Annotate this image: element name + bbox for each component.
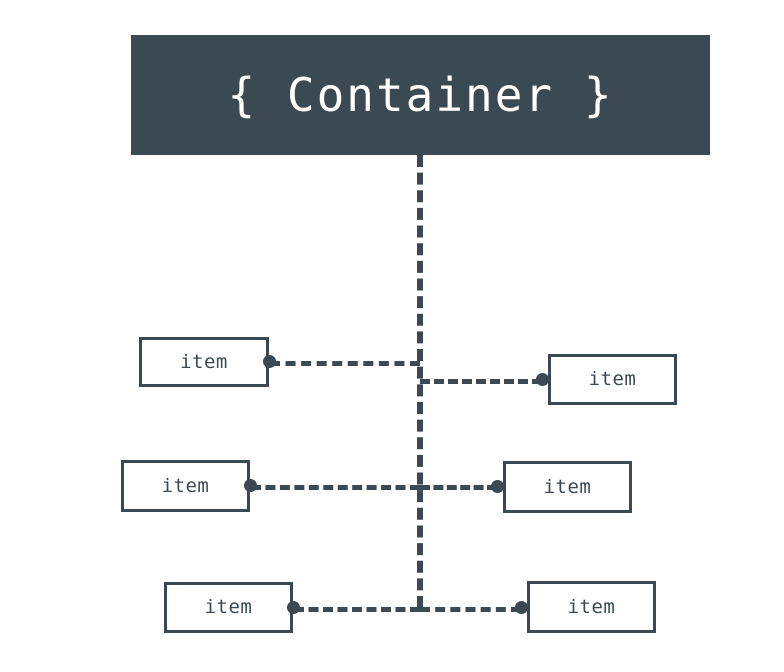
item-label: item xyxy=(161,474,210,497)
item-box-row1-right[interactable]: item xyxy=(548,354,677,405)
container-title: { Container } xyxy=(227,68,614,122)
item-box-row2-right[interactable]: item xyxy=(503,461,632,513)
item-label: item xyxy=(180,350,228,373)
item-label: item xyxy=(543,475,592,498)
item-label: item xyxy=(567,595,616,618)
container-header-box: { Container } xyxy=(131,35,710,155)
item-box-row3-left[interactable]: item xyxy=(164,582,293,633)
connector-line-row2-left xyxy=(251,485,420,490)
item-box-row3-right[interactable]: item xyxy=(527,581,656,633)
diagram-canvas: { Container } item item item item item i… xyxy=(0,0,784,672)
item-box-row1-left[interactable]: item xyxy=(139,337,269,387)
connector-line-row1-left xyxy=(270,361,420,366)
connector-line-row1-right xyxy=(420,379,542,384)
connector-line-row2-right xyxy=(420,485,497,490)
item-label: item xyxy=(204,596,253,618)
item-box-row2-left[interactable]: item xyxy=(121,460,250,512)
connector-line-row3-left xyxy=(294,607,420,612)
connector-line-row3-right xyxy=(420,607,521,612)
item-label: item xyxy=(588,368,637,390)
